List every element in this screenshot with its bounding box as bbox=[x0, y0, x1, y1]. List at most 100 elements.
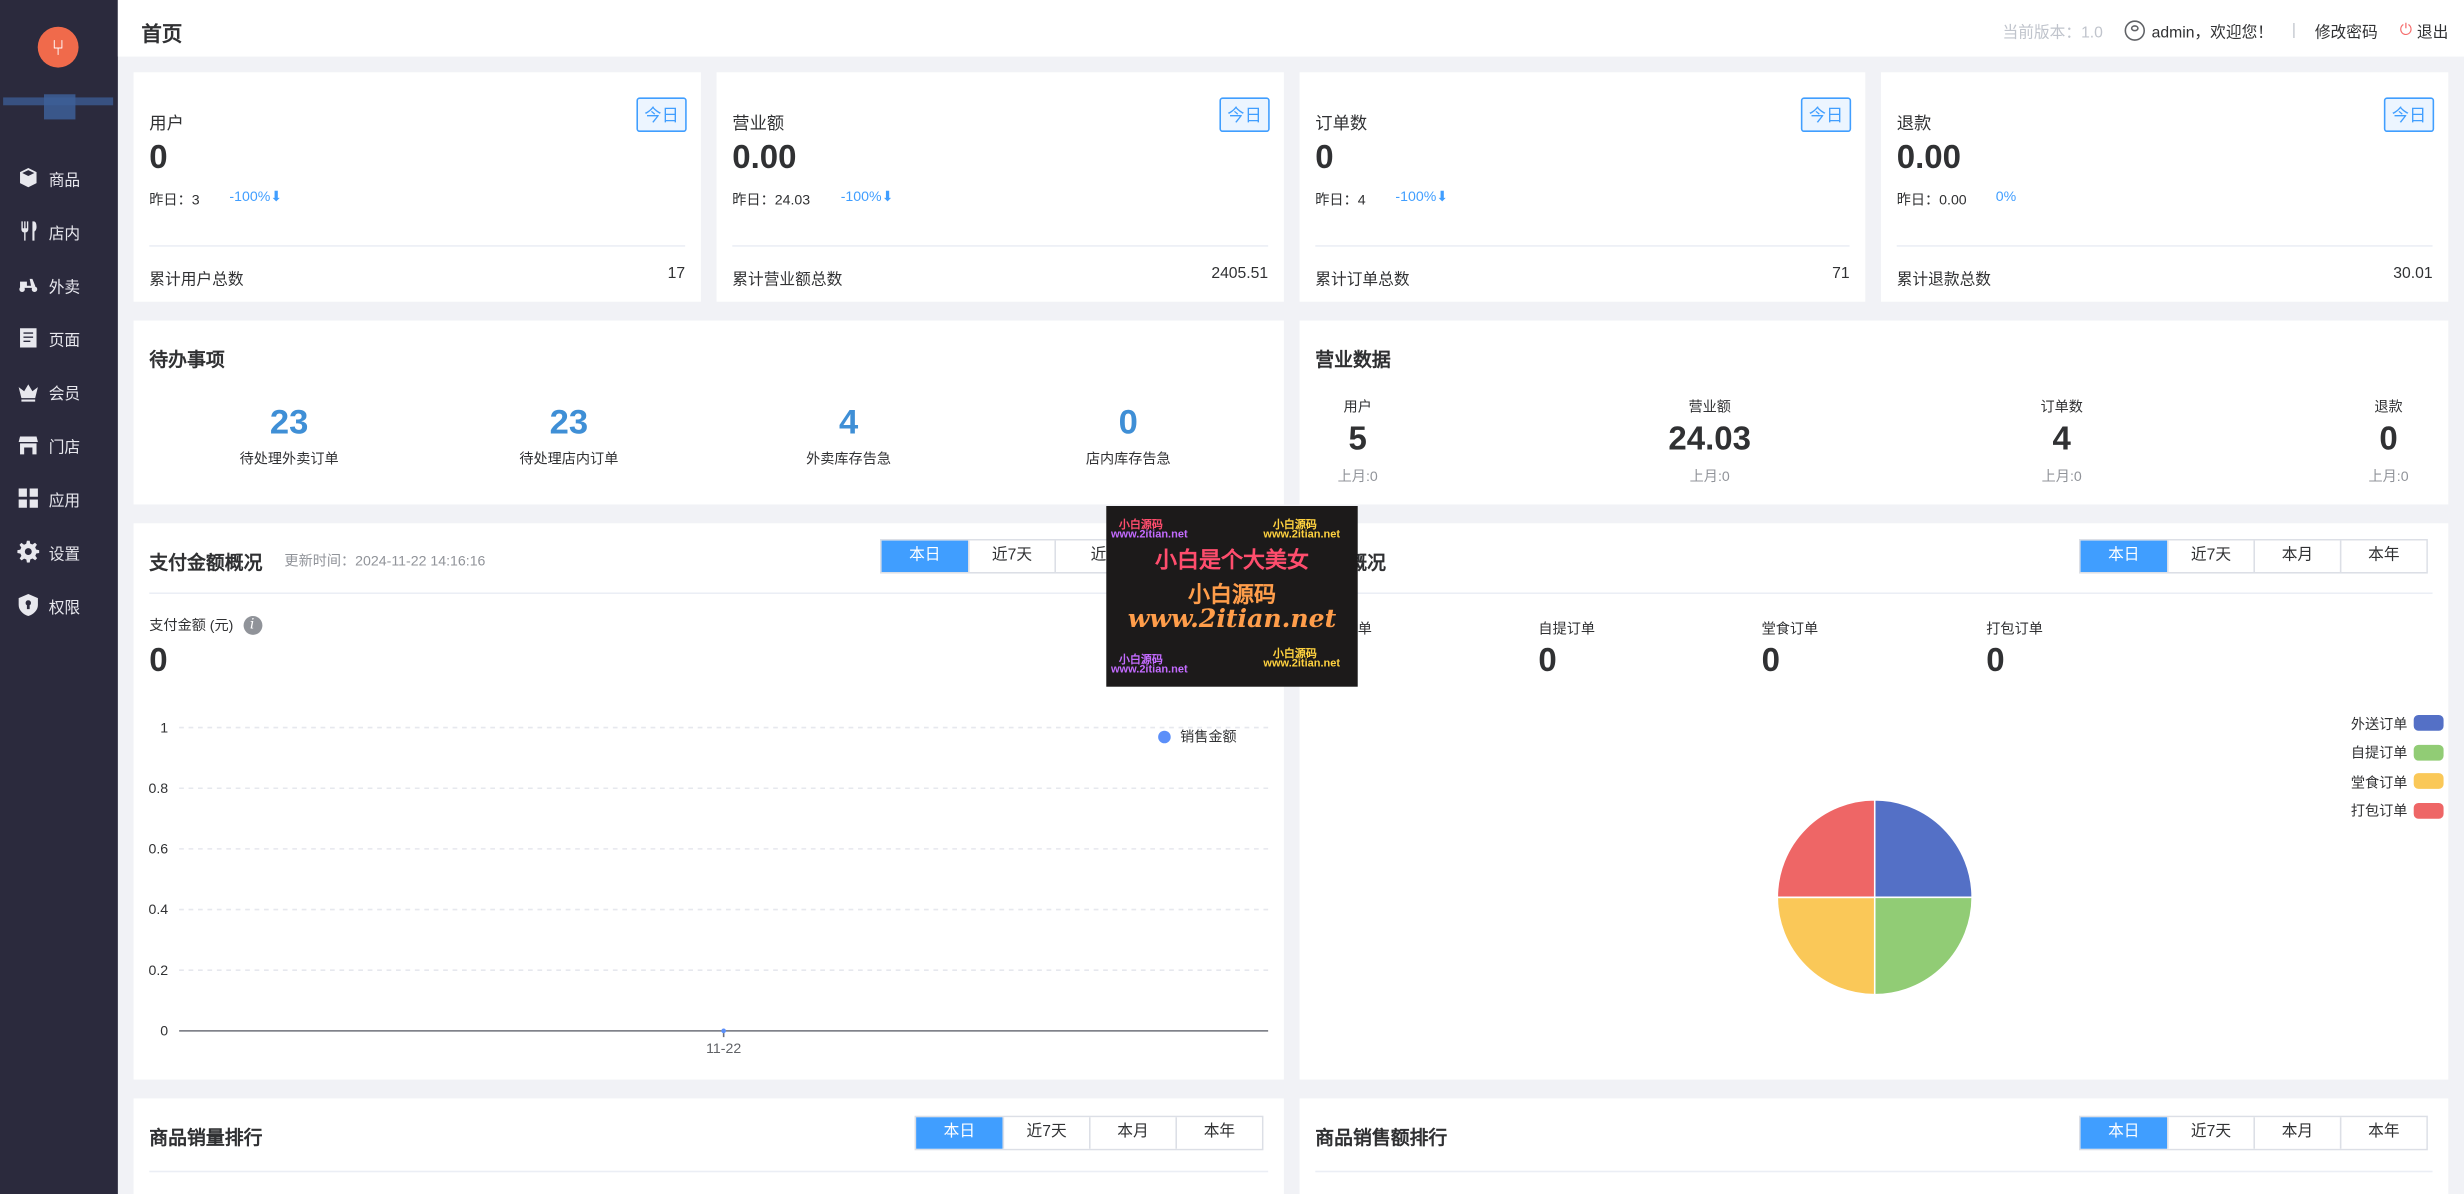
today-tag[interactable]: 今日 bbox=[636, 97, 687, 132]
stat-total-label: 累计订单总数 bbox=[1315, 271, 1410, 290]
tab-7days[interactable]: 近7天 bbox=[1002, 1117, 1089, 1149]
tab-year[interactable]: 本年 bbox=[2339, 540, 2427, 573]
logout-link[interactable]: 退出 bbox=[2417, 19, 2448, 42]
order-item-delivery: 单 bbox=[1358, 618, 1372, 638]
power-icon[interactable]: ⏻ bbox=[2400, 22, 2412, 39]
welcome-text: admin，欢迎您！ bbox=[2151, 25, 2274, 43]
stat-yesterday: 昨日：3 bbox=[149, 191, 200, 208]
tab-7days[interactable]: 近7天 bbox=[968, 540, 1055, 573]
order-overview-card: 概况 本日 近7天 本月 本年 单 自提订单 0 堂食订单 0 打包订单 0 外… bbox=[1299, 523, 2449, 1080]
y-tick-label: 0.8 bbox=[149, 780, 169, 796]
order-label: 打包订单 bbox=[1986, 620, 2043, 637]
stat-title: 用户 bbox=[149, 114, 184, 134]
tab-7days[interactable]: 近7天 bbox=[2167, 1117, 2254, 1149]
pie-slice bbox=[1873, 896, 1973, 996]
biz-value: 24.03 bbox=[1668, 421, 1752, 458]
shield-icon bbox=[17, 594, 39, 617]
biz-item-orders: 订单数 4 上月:0 bbox=[1967, 396, 2156, 486]
sidebar-item-label: 外卖 bbox=[48, 278, 81, 297]
todo-item-takeout-orders[interactable]: 23 待处理外卖订单 bbox=[195, 402, 384, 468]
scooter-icon bbox=[17, 273, 39, 295]
today-tag[interactable]: 今日 bbox=[2383, 97, 2435, 132]
sidebar-item-goods[interactable]: 商品 bbox=[0, 151, 118, 204]
tab-month[interactable]: 本月 bbox=[2253, 1117, 2340, 1149]
watermark-small-url: www.2itian.net bbox=[1263, 529, 1341, 541]
biz-value: 0 bbox=[2379, 421, 2398, 458]
change-password-link[interactable]: 修改密码 bbox=[2315, 19, 2378, 42]
biz-label: 用户 bbox=[1343, 399, 1372, 415]
divider bbox=[732, 245, 1269, 247]
user-icon bbox=[2124, 20, 2146, 41]
sidebar-item-dine-in[interactable]: 店内 bbox=[0, 204, 118, 257]
tab-year[interactable]: 本年 bbox=[1175, 1117, 1262, 1149]
sidebar-item-label: 商品 bbox=[48, 172, 81, 190]
tab-today[interactable]: 本日 bbox=[2080, 1117, 2167, 1149]
stat-value: 0.00 bbox=[1896, 139, 1961, 177]
legend-swatch bbox=[2413, 715, 2444, 732]
amount-value: 0 bbox=[149, 642, 168, 679]
sidebar-item-members[interactable]: 会员 bbox=[0, 365, 118, 418]
todo-item-takeout-stock[interactable]: 4 外卖库存告急 bbox=[754, 402, 943, 468]
stat-change: 0% bbox=[1995, 188, 2017, 205]
sidebar-item-takeout[interactable]: 外卖 bbox=[0, 258, 118, 311]
watermark-title: 小白是个大美女 bbox=[1155, 546, 1310, 573]
today-tag[interactable]: 今日 bbox=[1800, 97, 1852, 132]
legend-item[interactable]: 自提订单 bbox=[2351, 738, 2444, 767]
todo-label: 待处理店内订单 bbox=[519, 451, 619, 467]
order-value: 0 bbox=[1986, 642, 2005, 679]
tab-today[interactable]: 本日 bbox=[916, 1117, 1003, 1149]
sidebar-item-apps[interactable]: 应用 bbox=[0, 471, 118, 524]
biz-last-month: 上月:0 bbox=[2041, 468, 2082, 485]
page-title: 首页 bbox=[141, 22, 183, 46]
info-icon[interactable]: i bbox=[242, 615, 262, 635]
y-tick-label: 1 bbox=[160, 719, 168, 735]
sidebar-item-settings[interactable]: 设置 bbox=[0, 525, 118, 578]
today-tag[interactable]: 今日 bbox=[1219, 97, 1270, 132]
stat-change: -100%⬇ bbox=[840, 188, 894, 205]
legend-swatch bbox=[2413, 773, 2444, 790]
tab-today[interactable]: 本日 bbox=[2080, 540, 2167, 573]
apps-icon bbox=[17, 487, 39, 509]
todo-label: 待处理外卖订单 bbox=[239, 451, 339, 467]
sidebar-item-stores[interactable]: 门店 bbox=[0, 418, 118, 471]
order-item-takeaway: 打包订单 0 bbox=[1986, 618, 2043, 681]
stat-change: -100%⬇ bbox=[229, 188, 283, 205]
biz-value: 5 bbox=[1348, 421, 1367, 458]
legend-item[interactable]: 打包订单 bbox=[2351, 796, 2444, 825]
stat-total-value: 2405.51 bbox=[1211, 265, 1269, 283]
todo-item-store-stock[interactable]: 0 店内库存告急 bbox=[1034, 402, 1223, 468]
stat-total-label: 累计用户总数 bbox=[149, 271, 244, 290]
biz-value: 4 bbox=[2052, 421, 2071, 458]
legend-item[interactable]: 堂食订单 bbox=[2351, 767, 2444, 796]
stat-total-value: 17 bbox=[667, 265, 686, 283]
revenue-rank-tabs: 本日 近7天 本月 本年 bbox=[2079, 1115, 2428, 1151]
biz-label: 营业额 bbox=[1688, 399, 1731, 415]
sidebar-item-label: 应用 bbox=[48, 492, 81, 510]
tab-today[interactable]: 本日 bbox=[881, 540, 969, 573]
tab-7days[interactable]: 近7天 bbox=[2167, 540, 2254, 573]
todo-item-dine-in-orders[interactable]: 23 待处理店内订单 bbox=[475, 402, 664, 468]
biz-item-refunds: 退款 0 上月:0 bbox=[2294, 396, 2464, 486]
sidebar-item-pages[interactable]: 页面 bbox=[0, 311, 118, 364]
order-value: 0 bbox=[1538, 642, 1557, 679]
divider bbox=[1315, 1170, 2433, 1173]
y-tick-label: 0 bbox=[160, 1023, 168, 1039]
sidebar-item-label: 权限 bbox=[48, 599, 81, 617]
tab-year[interactable]: 本年 bbox=[2339, 1117, 2427, 1149]
sidebar-item-permissions[interactable]: 权限 bbox=[0, 578, 118, 631]
stat-value: 0 bbox=[149, 139, 168, 177]
legend-item[interactable]: 外送订单 bbox=[2351, 709, 2444, 738]
todo-label: 店内库存告急 bbox=[1085, 451, 1171, 467]
stat-card-orders: 订单数 今日 0 昨日：4 -100%⬇ 累计订单总数 71 bbox=[1299, 72, 1866, 302]
legend-label: 自提订单 bbox=[2350, 745, 2408, 761]
biz-item-revenue: 营业额 24.03 上月:0 bbox=[1615, 396, 1804, 486]
todo-value: 23 bbox=[549, 402, 589, 442]
biz-label: 订单数 bbox=[2040, 399, 2083, 415]
biz-last-month: 上月:0 bbox=[2368, 468, 2409, 485]
crown-icon bbox=[17, 380, 39, 402]
logo-icon[interactable]: ⑂ bbox=[37, 26, 79, 68]
header-actions: 当前版本：1.0 admin，欢迎您！ | 修改密码 ⏻ 退出 bbox=[2002, 19, 2448, 43]
tab-month[interactable]: 本月 bbox=[2253, 540, 2340, 573]
tab-month[interactable]: 本月 bbox=[1089, 1117, 1176, 1149]
amount-label: 支付金额 (元) bbox=[149, 617, 234, 634]
